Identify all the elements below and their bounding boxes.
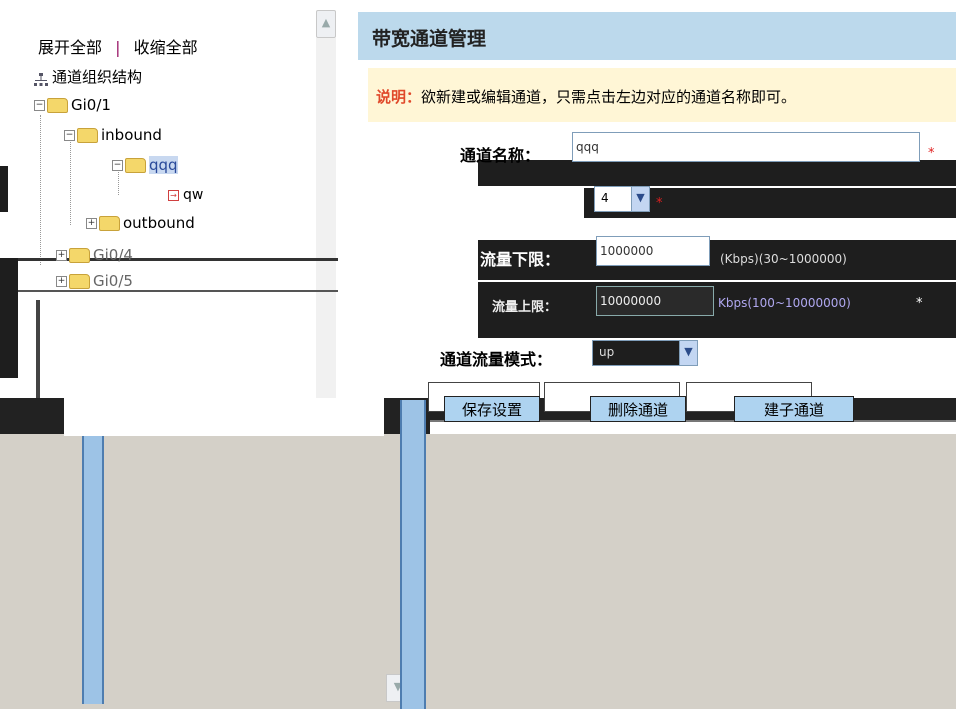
render-artifact bbox=[64, 398, 384, 436]
folder-closed-icon bbox=[69, 248, 90, 263]
guaranteed-input[interactable] bbox=[596, 236, 710, 266]
folder-closed-icon bbox=[99, 216, 120, 231]
traffic-mode-label: 通道流量模式： bbox=[440, 350, 553, 369]
page-title: 带宽通道管理 bbox=[372, 28, 487, 50]
tree-scrollbar-track[interactable] bbox=[316, 38, 336, 398]
tree-node-label[interactable]: Gi0/4 bbox=[93, 246, 133, 264]
tree-node-gi04[interactable]: + Gi0/4 bbox=[56, 244, 133, 266]
tree-root[interactable]: 通道组织结构 bbox=[34, 66, 142, 88]
tree-toolbar: 展开全部 | 收缩全部 bbox=[38, 34, 198, 58]
tree-node-gi05[interactable]: + Gi0/5 bbox=[56, 270, 133, 292]
frame-border-left bbox=[82, 436, 104, 704]
scroll-up-icon[interactable]: ▲ bbox=[316, 10, 336, 38]
tree-node-outbound[interactable]: + outbound bbox=[86, 212, 195, 234]
toolbar-separator: | bbox=[115, 38, 121, 57]
render-artifact bbox=[478, 160, 956, 186]
tree-node-qqq[interactable]: − qqq bbox=[112, 154, 178, 176]
required-mark: * bbox=[928, 146, 935, 161]
tree-line bbox=[40, 115, 41, 265]
collapse-toggle-icon[interactable]: − bbox=[112, 160, 123, 171]
folder-closed-icon bbox=[69, 274, 90, 289]
dropdown-arrow-icon[interactable]: ▼ bbox=[679, 341, 697, 365]
tree-node-label[interactable]: qw bbox=[183, 187, 203, 203]
delete-channel-button[interactable]: 删除通道 bbox=[590, 396, 686, 422]
collapse-all-link[interactable]: 收缩全部 bbox=[134, 38, 198, 57]
tree-node-label[interactable]: inbound bbox=[101, 126, 162, 144]
max-hint: Kbps(100~10000000) bbox=[718, 296, 851, 310]
expand-all-link[interactable]: 展开全部 bbox=[38, 38, 102, 57]
required-mark: * bbox=[916, 296, 923, 311]
tree-node-gi01[interactable]: − Gi0/1 bbox=[34, 94, 111, 116]
guaranteed-label: 流量下限： bbox=[480, 250, 561, 269]
render-artifact bbox=[0, 166, 8, 212]
tree-node-inbound[interactable]: − inbound bbox=[64, 124, 162, 146]
collapse-toggle-icon[interactable]: − bbox=[64, 130, 75, 141]
collapse-toggle-icon[interactable]: − bbox=[34, 100, 45, 111]
note-label: 说明： bbox=[376, 88, 422, 106]
save-settings-button[interactable]: 保存设置 bbox=[444, 396, 540, 422]
dropdown-arrow-icon[interactable]: ▼ bbox=[631, 187, 649, 211]
org-chart-icon bbox=[34, 71, 48, 86]
expand-toggle-icon[interactable]: + bbox=[86, 218, 97, 229]
guaranteed-hint: (Kbps)(30~1000000) bbox=[720, 252, 847, 266]
render-artifact bbox=[36, 300, 40, 398]
frame-border-right bbox=[400, 400, 426, 709]
channel-name-input[interactable] bbox=[572, 132, 920, 162]
tree-node-qw[interactable]: → qw bbox=[168, 184, 203, 206]
add-subchannel-button[interactable]: 建子通道 bbox=[734, 396, 854, 422]
priority-select[interactable]: 4 ▼ bbox=[594, 186, 650, 212]
tree-node-label[interactable]: Gi0/5 bbox=[93, 272, 133, 290]
render-artifact bbox=[0, 258, 18, 378]
folder-open-icon bbox=[47, 98, 68, 113]
tree-line bbox=[70, 140, 71, 225]
folder-open-icon bbox=[77, 128, 98, 143]
channel-name-label: 通道名称： bbox=[460, 146, 541, 165]
folder-open-icon bbox=[125, 158, 146, 173]
note-text: 欲新建或编辑通道，只需点击左边对应的通道名称即可。 bbox=[421, 88, 797, 106]
leaf-icon: → bbox=[168, 189, 179, 201]
tree-node-label[interactable]: Gi0/1 bbox=[71, 96, 111, 114]
expand-toggle-icon[interactable]: + bbox=[56, 276, 67, 287]
traffic-mode-value: up bbox=[599, 345, 615, 359]
priority-label: 通道优先级： bbox=[454, 196, 551, 215]
expand-toggle-icon[interactable]: + bbox=[56, 250, 67, 261]
max-label: 流量上限： bbox=[492, 300, 558, 315]
tree-root-label: 通道组织结构 bbox=[52, 68, 143, 86]
note: 说明：欲新建或编辑通道，只需点击左边对应的通道名称即可。 bbox=[376, 86, 796, 107]
required-mark: * bbox=[656, 196, 663, 211]
max-input[interactable] bbox=[596, 286, 714, 316]
priority-value: 4 bbox=[601, 191, 609, 205]
tree-node-label-selected[interactable]: qqq bbox=[149, 156, 178, 174]
bottom-area bbox=[0, 398, 956, 709]
traffic-mode-select[interactable]: up ▼ bbox=[592, 340, 698, 366]
tree-node-label[interactable]: outbound bbox=[123, 214, 195, 232]
